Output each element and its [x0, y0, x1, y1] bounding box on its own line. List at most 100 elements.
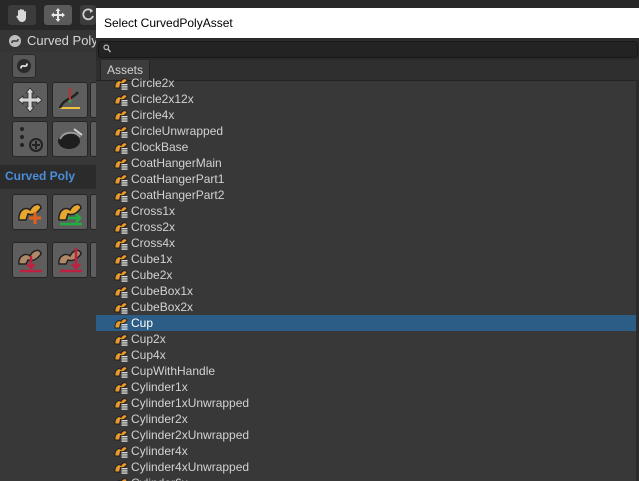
curved-poly-asset-icon — [114, 190, 128, 202]
list-item-label: Cup — [131, 316, 154, 330]
list-item-label: CircleUnwrapped — [131, 124, 224, 138]
move-tool-big-button[interactable] — [12, 82, 48, 118]
search-bar — [96, 38, 639, 60]
list-item-label: Cylinder4x — [131, 444, 188, 458]
list-item-label: Cross1x — [131, 204, 176, 218]
list-item-label: Cylinder1x — [131, 380, 188, 394]
list-item[interactable]: CircleUnwrapped — [96, 123, 639, 139]
list-item-label: Cube1x — [131, 252, 173, 266]
curved-poly-asset-icon — [114, 302, 128, 314]
list-item-selected[interactable]: Cup — [96, 315, 639, 331]
list-item[interactable]: Cross1x — [96, 203, 639, 219]
curved-poly-asset-icon — [114, 462, 128, 474]
list-item-label: CubeBox2x — [131, 300, 194, 314]
dialog-title: Select CurvedPolyAsset — [104, 16, 233, 30]
move-icon — [17, 87, 43, 113]
search-icon — [103, 44, 111, 53]
rotate-tool-button[interactable] — [80, 5, 96, 25]
curved-poly-asset-icon — [114, 430, 128, 442]
list-item[interactable]: ClockBase — [96, 139, 639, 155]
list-item[interactable]: Cylinder6x — [96, 475, 639, 481]
select-asset-dialog: Select CurvedPolyAsset Assets Circle2x C… — [96, 8, 639, 481]
list-item-label: Circle2x12x — [131, 92, 194, 106]
curved-poly-asset-icon — [114, 414, 128, 426]
list-item[interactable]: Cup2x — [96, 331, 639, 347]
list-item[interactable]: CoatHangerMain — [96, 155, 639, 171]
list-item[interactable]: Cylinder4xUnwrapped — [96, 459, 639, 475]
curved-poly-asset-icon — [114, 398, 128, 410]
list-item[interactable]: Circle2x — [96, 75, 639, 91]
list-item-label: Cylinder1xUnwrapped — [131, 396, 250, 410]
curved-poly-asset-icon — [114, 446, 128, 458]
list-item-label: CubeBox1x — [131, 284, 194, 298]
list-item-label: Cross4x — [131, 236, 176, 250]
list-item-label: Cross2x — [131, 220, 176, 234]
curved-poly-icon — [9, 35, 21, 47]
curved-poly-asset-icon — [114, 366, 128, 378]
curved-poly-asset-icon — [114, 382, 128, 394]
import-asset-icon — [18, 249, 42, 273]
new-asset-button[interactable] — [12, 194, 48, 230]
list-item[interactable]: Cross4x — [96, 235, 639, 251]
curved-poly-asset-icon — [117, 478, 128, 481]
list-item-label: Cup2x — [131, 332, 166, 346]
curved-poly-icon — [17, 59, 31, 73]
curved-poly-asset-icon — [114, 94, 128, 106]
list-item[interactable]: Cup4x — [96, 347, 639, 363]
add-point-button[interactable] — [12, 121, 48, 157]
list-item[interactable]: Cube1x — [96, 251, 639, 267]
move-tool-button[interactable] — [44, 5, 72, 25]
dialog-titlebar[interactable]: Select CurvedPolyAsset — [96, 8, 639, 38]
list-item[interactable]: Cylinder1x — [96, 379, 639, 395]
list-item[interactable]: Cube2x — [96, 267, 639, 283]
list-item[interactable]: Cylinder1xUnwrapped — [96, 395, 639, 411]
new-asset-icon — [18, 203, 42, 224]
curved-poly-asset-icon — [114, 286, 128, 298]
list-item-label: Circle4x — [131, 108, 175, 122]
list-item-label: ClockBase — [131, 140, 189, 154]
list-item-label: CoatHangerMain — [131, 156, 222, 170]
asset-list[interactable]: Circle2x Circle2x12x Circle4x CircleUnwr… — [96, 75, 639, 481]
curved-poly-asset-icon — [114, 110, 128, 122]
list-item[interactable]: Circle2x12x — [96, 91, 639, 107]
list-item[interactable]: CubeBox1x — [96, 283, 639, 299]
list-item[interactable]: Cylinder2x — [96, 411, 639, 427]
list-item-label: CupWithHandle — [131, 364, 216, 378]
curved-poly-asset-icon — [114, 158, 128, 170]
search-input[interactable] — [115, 42, 625, 57]
import-asset-button[interactable] — [12, 242, 48, 278]
search-field[interactable] — [98, 41, 638, 58]
list-item[interactable]: Cylinder2xUnwrapped — [96, 427, 639, 443]
edit-curve-button[interactable] — [52, 82, 88, 118]
extrude-button[interactable] — [52, 121, 88, 157]
import-multiple-button[interactable] — [52, 242, 88, 278]
list-item[interactable]: Circle4x — [96, 107, 639, 123]
panel-header: Curved Poly — [0, 30, 98, 52]
export-asset-icon — [58, 203, 82, 226]
list-item[interactable]: Cylinder4x — [96, 443, 639, 459]
list-item[interactable]: CubeBox2x — [96, 299, 639, 315]
curved-poly-asset-icon — [114, 334, 128, 346]
curve-edit-icon — [58, 88, 80, 109]
curved-poly-asset-icon — [114, 238, 128, 250]
list-item[interactable]: CoatHangerPart1 — [96, 171, 639, 187]
list-item-label: Cup4x — [131, 348, 166, 362]
curved-poly-asset-icon — [114, 142, 128, 154]
curved-poly-asset-icon — [114, 206, 128, 218]
add-point-icon — [20, 127, 43, 152]
list-item[interactable]: Cross2x — [96, 219, 639, 235]
hand-tool-button[interactable] — [8, 5, 36, 25]
section-header: Curved Poly — [0, 165, 96, 189]
list-item-label: CoatHangerPart1 — [131, 172, 225, 186]
curved-poly-settings-button[interactable] — [12, 54, 36, 78]
export-asset-button[interactable] — [52, 194, 88, 230]
list-item-label: Cylinder2xUnwrapped — [131, 428, 250, 442]
list-item[interactable]: CupWithHandle — [96, 363, 639, 379]
extrude-icon — [58, 128, 83, 149]
section-label: Curved Poly — [5, 169, 76, 183]
curved-poly-asset-icon — [114, 126, 128, 138]
curved-poly-asset-icon — [114, 78, 128, 90]
curved-poly-asset-icon — [114, 254, 128, 266]
list-item[interactable]: CoatHangerPart2 — [96, 187, 639, 203]
curved-poly-asset-icon — [114, 350, 128, 362]
